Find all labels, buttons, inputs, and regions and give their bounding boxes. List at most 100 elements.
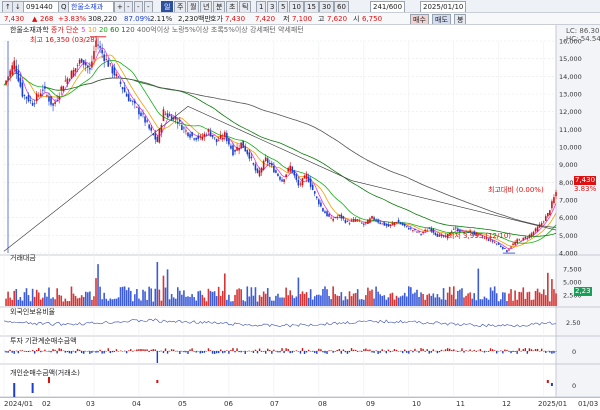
sell-button[interactable]: 매도 <box>432 14 451 24</box>
inst-bar <box>15 350 17 352</box>
volume-bar <box>238 288 240 306</box>
volume-bar <box>371 289 373 306</box>
candle <box>11 65 13 75</box>
inst-bar <box>275 351 277 352</box>
volume-bar <box>156 262 159 306</box>
buy-button[interactable]: 매수 <box>410 14 429 24</box>
inst-bar <box>526 351 529 354</box>
inst-bar <box>36 349 38 351</box>
price-pct-label: 3.83% <box>574 185 597 193</box>
period-tick-button[interactable]: 틱 <box>239 1 252 12</box>
interval-3-button[interactable]: 3 <box>267 1 278 12</box>
inst-bar <box>232 348 234 351</box>
volume-bar <box>502 292 504 306</box>
interval-1-button[interactable]: 1 <box>256 1 267 12</box>
volume-bar <box>50 298 52 306</box>
candle <box>271 163 273 166</box>
candle <box>328 213 330 217</box>
interval-60-button[interactable]: 60 <box>334 1 349 12</box>
candle <box>442 235 445 237</box>
inst-bar <box>430 351 432 353</box>
volume-bar <box>455 299 457 306</box>
low-label: 저 <box>283 15 290 23</box>
retail-bar <box>546 380 549 383</box>
period-minute-button[interactable]: 분 <box>213 1 226 12</box>
inst-bar <box>162 351 165 354</box>
volume-bar <box>176 287 179 306</box>
candle <box>113 67 116 76</box>
inst-bar <box>496 351 498 354</box>
candle <box>5 80 7 85</box>
window-button-3[interactable]: - <box>134 1 143 12</box>
candle <box>538 224 541 228</box>
volume-bar <box>260 296 263 306</box>
inst-bar <box>128 350 130 351</box>
quote-bar: 7,430 ▲ 268 +3.83% 308,220 87.09% 2.11% … <box>0 13 600 25</box>
candle <box>536 226 539 232</box>
candle <box>179 119 181 122</box>
volume-bar <box>166 269 169 306</box>
volume-bar <box>340 292 343 306</box>
candle <box>207 129 210 132</box>
volume-bar <box>544 295 547 306</box>
volume-bar <box>80 295 83 306</box>
candle <box>40 93 42 97</box>
volume-bar <box>158 289 161 306</box>
interval-5-button[interactable]: 5 <box>278 1 289 12</box>
date-input[interactable]: 2025/01/10 <box>420 1 467 12</box>
inst-bar <box>424 351 426 352</box>
stock-name-field[interactable]: 한울소재과 <box>68 1 114 12</box>
window-button-4[interactable]: - <box>144 1 153 12</box>
inst-bar <box>297 351 300 352</box>
inst-bar <box>160 350 163 352</box>
inst-bar <box>530 349 533 351</box>
volume-bar <box>152 301 155 306</box>
x-label: 03 <box>86 400 95 408</box>
volume-bar <box>56 288 58 306</box>
inst-bar <box>356 351 359 352</box>
inst-bar <box>401 351 404 354</box>
candle <box>101 49 103 54</box>
volume-bar <box>246 286 249 306</box>
candle <box>185 130 187 132</box>
interval-30-button[interactable]: 30 <box>319 1 334 12</box>
volume-bar <box>318 294 320 306</box>
candle <box>336 216 339 218</box>
volume-bar <box>27 295 30 306</box>
volume-bar <box>530 299 533 306</box>
window-button-2[interactable]: - <box>124 1 133 12</box>
period-day-button[interactable]: 일 <box>161 1 174 12</box>
interval-15-button[interactable]: 15 <box>304 1 319 12</box>
inst-bar <box>446 348 449 351</box>
period-week-button[interactable]: 주 <box>174 1 187 12</box>
inst-bar <box>189 349 191 351</box>
volume-bar <box>74 295 77 306</box>
inst-bar <box>23 351 26 352</box>
volume-bar <box>140 300 142 306</box>
x-label: 12 <box>502 400 511 408</box>
inst-bar <box>83 351 85 354</box>
inst-bar <box>473 349 475 351</box>
inst-bar <box>389 351 392 353</box>
inst-bar <box>76 348 79 351</box>
candle <box>164 113 167 115</box>
period-month-button[interactable]: 월 <box>187 1 200 12</box>
candle-button[interactable]: 봉 <box>454 14 467 24</box>
data-count-field[interactable]: 241/600 <box>370 1 406 12</box>
period-second-button[interactable]: 초 <box>226 1 239 12</box>
inst-bar <box>33 351 36 354</box>
candle <box>365 222 367 224</box>
volume-bar <box>551 279 553 306</box>
candle <box>156 136 159 143</box>
inst-bar <box>105 350 107 352</box>
stock-code-input[interactable]: 091440 <box>23 1 59 12</box>
price-box: 7,430 <box>574 176 597 185</box>
interval-10-button[interactable]: 10 <box>289 1 304 12</box>
inst-bar <box>101 351 103 354</box>
x-label: 10 <box>412 400 421 408</box>
inst-bar <box>461 348 463 351</box>
candle <box>457 228 459 232</box>
inst-bar <box>21 350 24 351</box>
period-year-button[interactable]: 년 <box>200 1 213 12</box>
stock-chart[interactable]: 16,00015,00014,00013,00012,00011,00010,0… <box>0 25 600 397</box>
